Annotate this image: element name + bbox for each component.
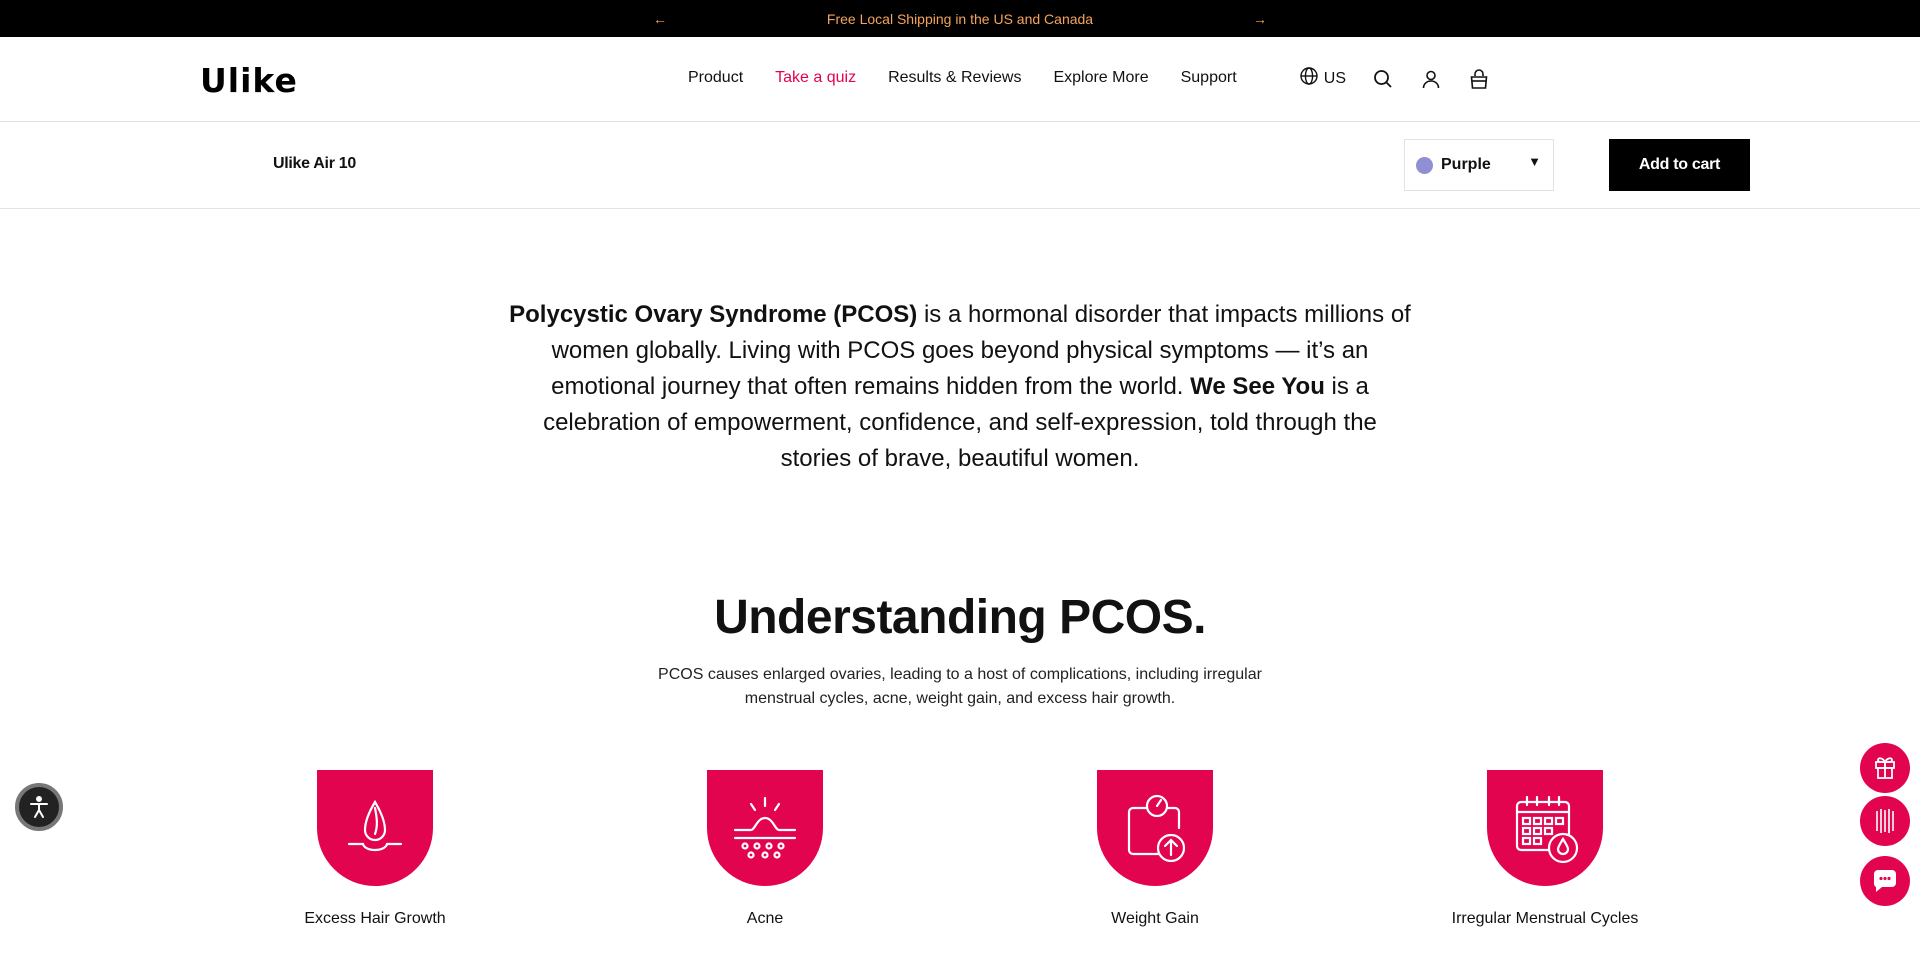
intro-paragraph: Polycystic Ovary Syndrome (PCOS) is a ho… [505,297,1415,477]
product-name: Ulike Air 10 [273,155,356,172]
color-swatch [1416,156,1433,174]
nav-item-results-reviews[interactable]: Results & Reviews [888,69,1021,87]
add-to-cart-button[interactable]: Add to cart [1609,139,1750,191]
arrow-right-icon[interactable]: → [1245,11,1275,27]
region-selector[interactable]: US [1299,66,1346,91]
product-sticky-bar: Ulike Air 10 Purple ▼ Add to cart [0,122,1920,209]
cart-icon[interactable] [1468,68,1490,90]
symptom-label: Excess Hair Growth [304,910,446,927]
symptom-card: Excess Hair Growth [225,770,525,928]
globe-icon [1299,66,1319,91]
symptom-card: Acne [615,770,915,928]
nav-item-product[interactable]: Product [688,69,743,87]
accessibility-icon[interactable] [15,783,63,831]
caret-down-icon: ▼ [1528,154,1541,169]
announcement-bar: ← Free Local Shipping in the US and Cana… [0,0,1920,37]
account-icon[interactable] [1420,68,1442,90]
intro-bold-we-see-you: We See You [1190,373,1325,400]
variant-label: Purple [1441,156,1491,173]
scale-up-icon [1097,770,1213,886]
arrow-left-icon[interactable]: ← [645,11,675,27]
nav-item-take-a-quiz[interactable]: Take a quiz [775,69,856,87]
nav-item-explore-more[interactable]: Explore More [1053,69,1148,87]
hair-follicle-icon [317,770,433,886]
symptom-card: Weight Gain [1005,770,1305,928]
section-title: Understanding PCOS. [714,591,1206,644]
site-header: Ulike Product Take a quiz Results & Revi… [0,37,1920,122]
variant-select[interactable]: Purple ▼ [1404,139,1554,191]
nav-item-support[interactable]: Support [1181,69,1237,87]
acne-skin-icon [707,770,823,886]
symptom-label: Acne [746,910,784,927]
section-subtitle: PCOS causes enlarged ovaries, leading to… [658,666,1262,707]
main-nav: Product Take a quiz Results & Reviews Ex… [688,69,1237,87]
symptom-label: Weight Gain [1111,910,1199,927]
intro-bold-pcos: Polycystic Ovary Syndrome (PCOS) [509,301,918,328]
chat-icon[interactable] [1860,856,1910,906]
brand-logo[interactable]: Ulike [200,61,298,100]
gift-icon[interactable] [1860,743,1910,793]
announcement-text[interactable]: Free Local Shipping in the US and Canada [675,11,1245,27]
region-label: US [1323,69,1346,87]
symptom-card: Irregular Menstrual Cycles [1395,770,1695,928]
symptom-label: Irregular Menstrual Cycles [1451,910,1639,927]
header-actions: US [1299,66,1490,91]
device-icon[interactable] [1860,796,1910,846]
calendar-drop-icon [1487,770,1603,886]
search-icon[interactable] [1372,68,1394,90]
